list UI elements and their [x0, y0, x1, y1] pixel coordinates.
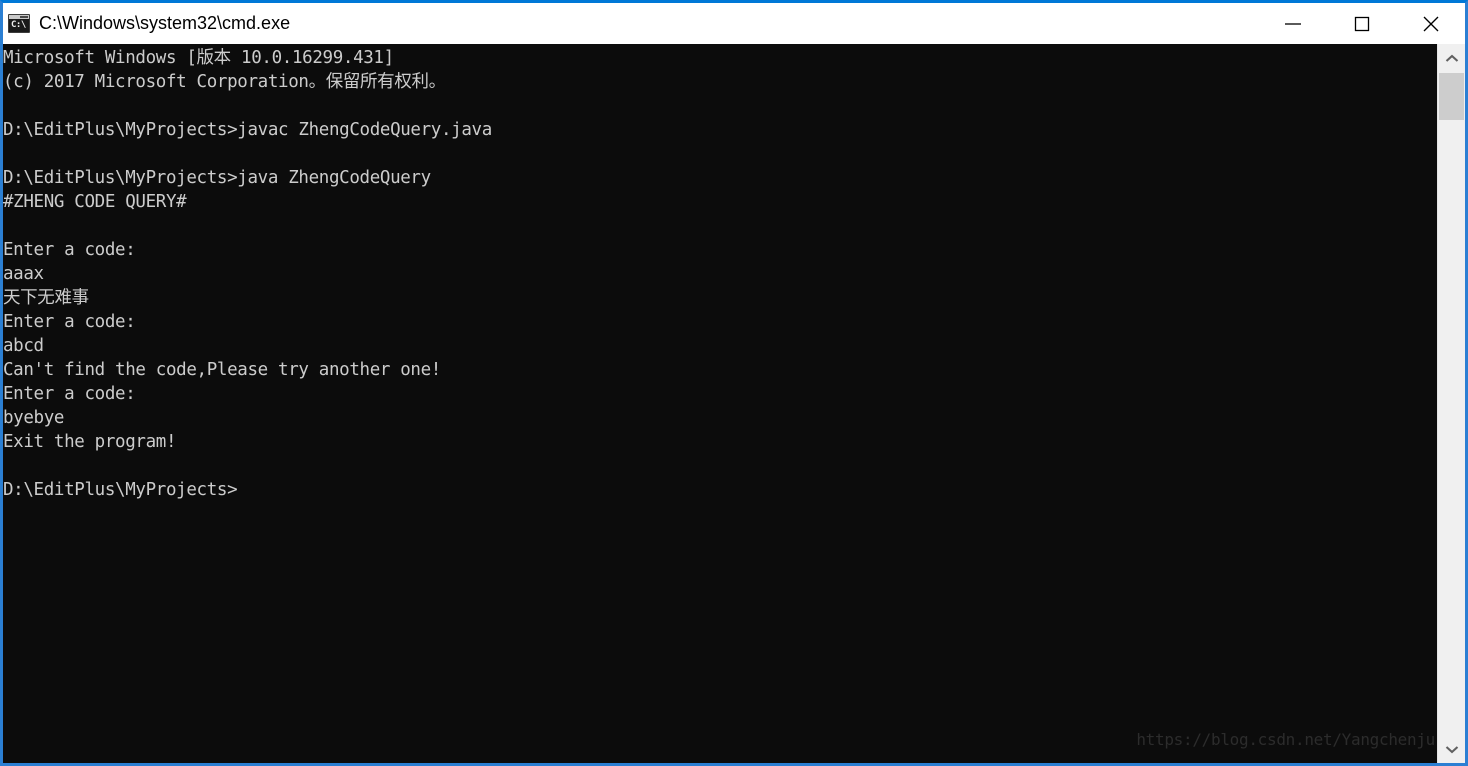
chevron-up-icon	[1445, 54, 1458, 62]
console-text: Microsoft Windows [版本 10.0.16299.431] (c…	[3, 48, 492, 500]
scroll-down-button[interactable]	[1438, 735, 1465, 763]
maximize-button[interactable]	[1327, 3, 1396, 44]
cmd-icon-label: C:\	[11, 20, 26, 30]
scrollbar-thumb[interactable]	[1439, 73, 1464, 120]
close-icon	[1423, 16, 1438, 31]
minimize-button[interactable]	[1258, 3, 1327, 44]
close-button[interactable]	[1396, 3, 1465, 44]
window-controls	[1258, 3, 1465, 44]
vertical-scrollbar[interactable]	[1437, 44, 1465, 763]
title-bar[interactable]: C:\ C:\Windows\system32\cmd.exe	[3, 3, 1465, 44]
cmd-icon: C:\	[8, 14, 30, 33]
console-output-area[interactable]: Microsoft Windows [版本 10.0.16299.431] (c…	[3, 44, 1437, 763]
scrollbar-track[interactable]	[1438, 72, 1465, 735]
window-title: C:\Windows\system32\cmd.exe	[39, 13, 291, 33]
maximize-icon	[1354, 16, 1369, 31]
minimize-icon	[1284, 22, 1301, 25]
chevron-down-icon	[1445, 745, 1458, 753]
scroll-up-button[interactable]	[1438, 44, 1465, 72]
cmd-window: C:\ C:\Windows\system32\cmd.exe Microsof…	[0, 0, 1468, 766]
watermark-url: https://blog.csdn.net/Yangchenju	[1136, 730, 1435, 749]
